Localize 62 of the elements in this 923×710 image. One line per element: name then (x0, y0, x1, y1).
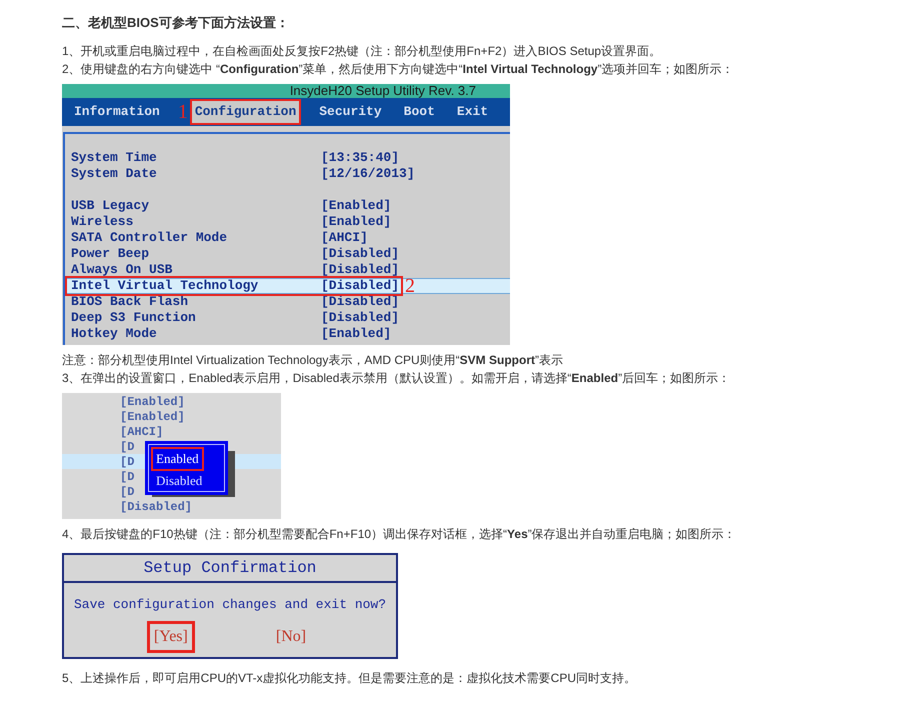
setting-value: [Enabled] (120, 394, 185, 408)
setting-label: Deep S3 Function (71, 310, 197, 326)
setting-value: [D (120, 484, 134, 498)
setting-value: [D (120, 454, 134, 468)
popup-option[interactable]: Disabled (151, 472, 208, 490)
setting-row[interactable]: System Time [13:35:40] (65, 150, 510, 166)
setting-label: BIOS Back Flash (71, 294, 190, 310)
setting-label: Wireless (71, 214, 134, 230)
setting-value: [D (120, 440, 134, 454)
setting-row[interactable]: USB Legacy [Enabled] (65, 198, 510, 214)
setting-row[interactable]: System Date [12/16/2013] (65, 166, 510, 182)
paragraph: 2、使用键盘的右方向键选中 “Configuration”菜单，然后使用下方向键选中“Intel Virtual Technology”选项并回车；如图所示： (62, 61, 734, 78)
setting-label: Power Beep (71, 246, 150, 262)
setting-label: Intel Virtual Technology (71, 278, 260, 294)
setting-value: [Enabled] (321, 214, 392, 230)
setting-label: USB Legacy (71, 198, 150, 214)
setting-value: [Enabled] (120, 410, 185, 424)
setting-row[interactable]: Power Beep [Disabled] (65, 246, 510, 262)
dialog-message: Save configuration changes and exit now? (74, 596, 386, 614)
setting-value: [Disabled] (321, 278, 400, 294)
setting-row[interactable]: Intel Virtual Technology [Disabled] 2 (65, 278, 510, 294)
setting-value: [AHCI] (321, 230, 368, 246)
setting-label: System Time (71, 150, 158, 166)
setting-value: [13:35:40] (321, 150, 400, 166)
setting-value: [Disabled] (321, 262, 400, 278)
setting-value: [12/16/2013] (321, 166, 415, 182)
step-marker: 1 (178, 100, 188, 125)
setting-value: [Disabled] (321, 310, 400, 326)
dialog-title: Setup Confirmation (144, 558, 316, 579)
popup-option[interactable]: Enabled (151, 447, 204, 471)
setting-value: [Disabled] (120, 500, 192, 514)
setting-value: [D (120, 470, 134, 484)
setting-row[interactable]: Hotkey Mode [Enabled] (65, 326, 510, 342)
menu-tab[interactable]: Information (70, 102, 164, 122)
setting-value: [Disabled] (321, 246, 400, 262)
setting-value: [Disabled] (321, 294, 400, 310)
paragraph: 注意：部分机型使用Intel Virtualization Technology表示，AMD CPU则使用“SVM Support”表示 (62, 352, 563, 369)
setting-label: Hotkey Mode (71, 326, 158, 342)
setting-row[interactable]: Wireless [Enabled] (65, 214, 510, 230)
setting-label: System Date (71, 166, 158, 182)
setting-row[interactable]: Always On USB [Disabled] (65, 262, 510, 278)
menu-tab[interactable]: Configuration (190, 99, 302, 125)
paragraph: 4、最后按键盘的F10热键（注：部分机型需要配合Fn+F10）调出保存对话框，选择“Yes”保存退出并自动重启电脑；如图所示： (62, 526, 736, 543)
menu-tab[interactable]: Boot (400, 102, 439, 122)
setting-value: [Enabled] (321, 326, 392, 342)
setting-row[interactable]: BIOS Back Flash [Disabled] (65, 294, 510, 310)
setting-label: Always On USB (71, 262, 174, 278)
setting-value: [AHCI] (120, 424, 164, 438)
setting-value: [Enabled] (321, 198, 392, 214)
menu-tab[interactable]: Security (315, 102, 386, 122)
setting-row[interactable]: Deep S3 Function [Disabled] (65, 310, 510, 326)
dialog-option[interactable]: [No] (268, 620, 314, 652)
dialog-option[interactable]: [Yes] (146, 620, 195, 652)
step-marker: 2 (405, 278, 416, 294)
paragraph: 1、开机或重启电脑过程中，在自检画面处反复按F2热键（注：部分机型使用Fn+F2）进入BIOS Setup设置界面。 (62, 43, 662, 60)
setting-label: SATA Controller Mode (71, 230, 228, 246)
section-heading: 二、老机型BIOS可参考下面方法设置： (62, 14, 289, 32)
paragraph: 3、在弹出的设置窗口，Enabled表示启用，Disabled表示禁用（默认设置）。如需开启，请选择“Enabled”后回车；如图所示： (62, 370, 730, 387)
setting-row[interactable]: SATA Controller Mode [AHCI] (65, 230, 510, 246)
menu-tab[interactable]: Exit (452, 102, 492, 122)
bios-title: InsydeH20 Setup Utility Rev. 3.7 (290, 84, 476, 98)
paragraph: 5、上述操作后，即可启用CPU的VT-x虚拟化功能支持。但是需要注意的是：虚拟化技术需要CPU同时支持。 (62, 670, 636, 686)
